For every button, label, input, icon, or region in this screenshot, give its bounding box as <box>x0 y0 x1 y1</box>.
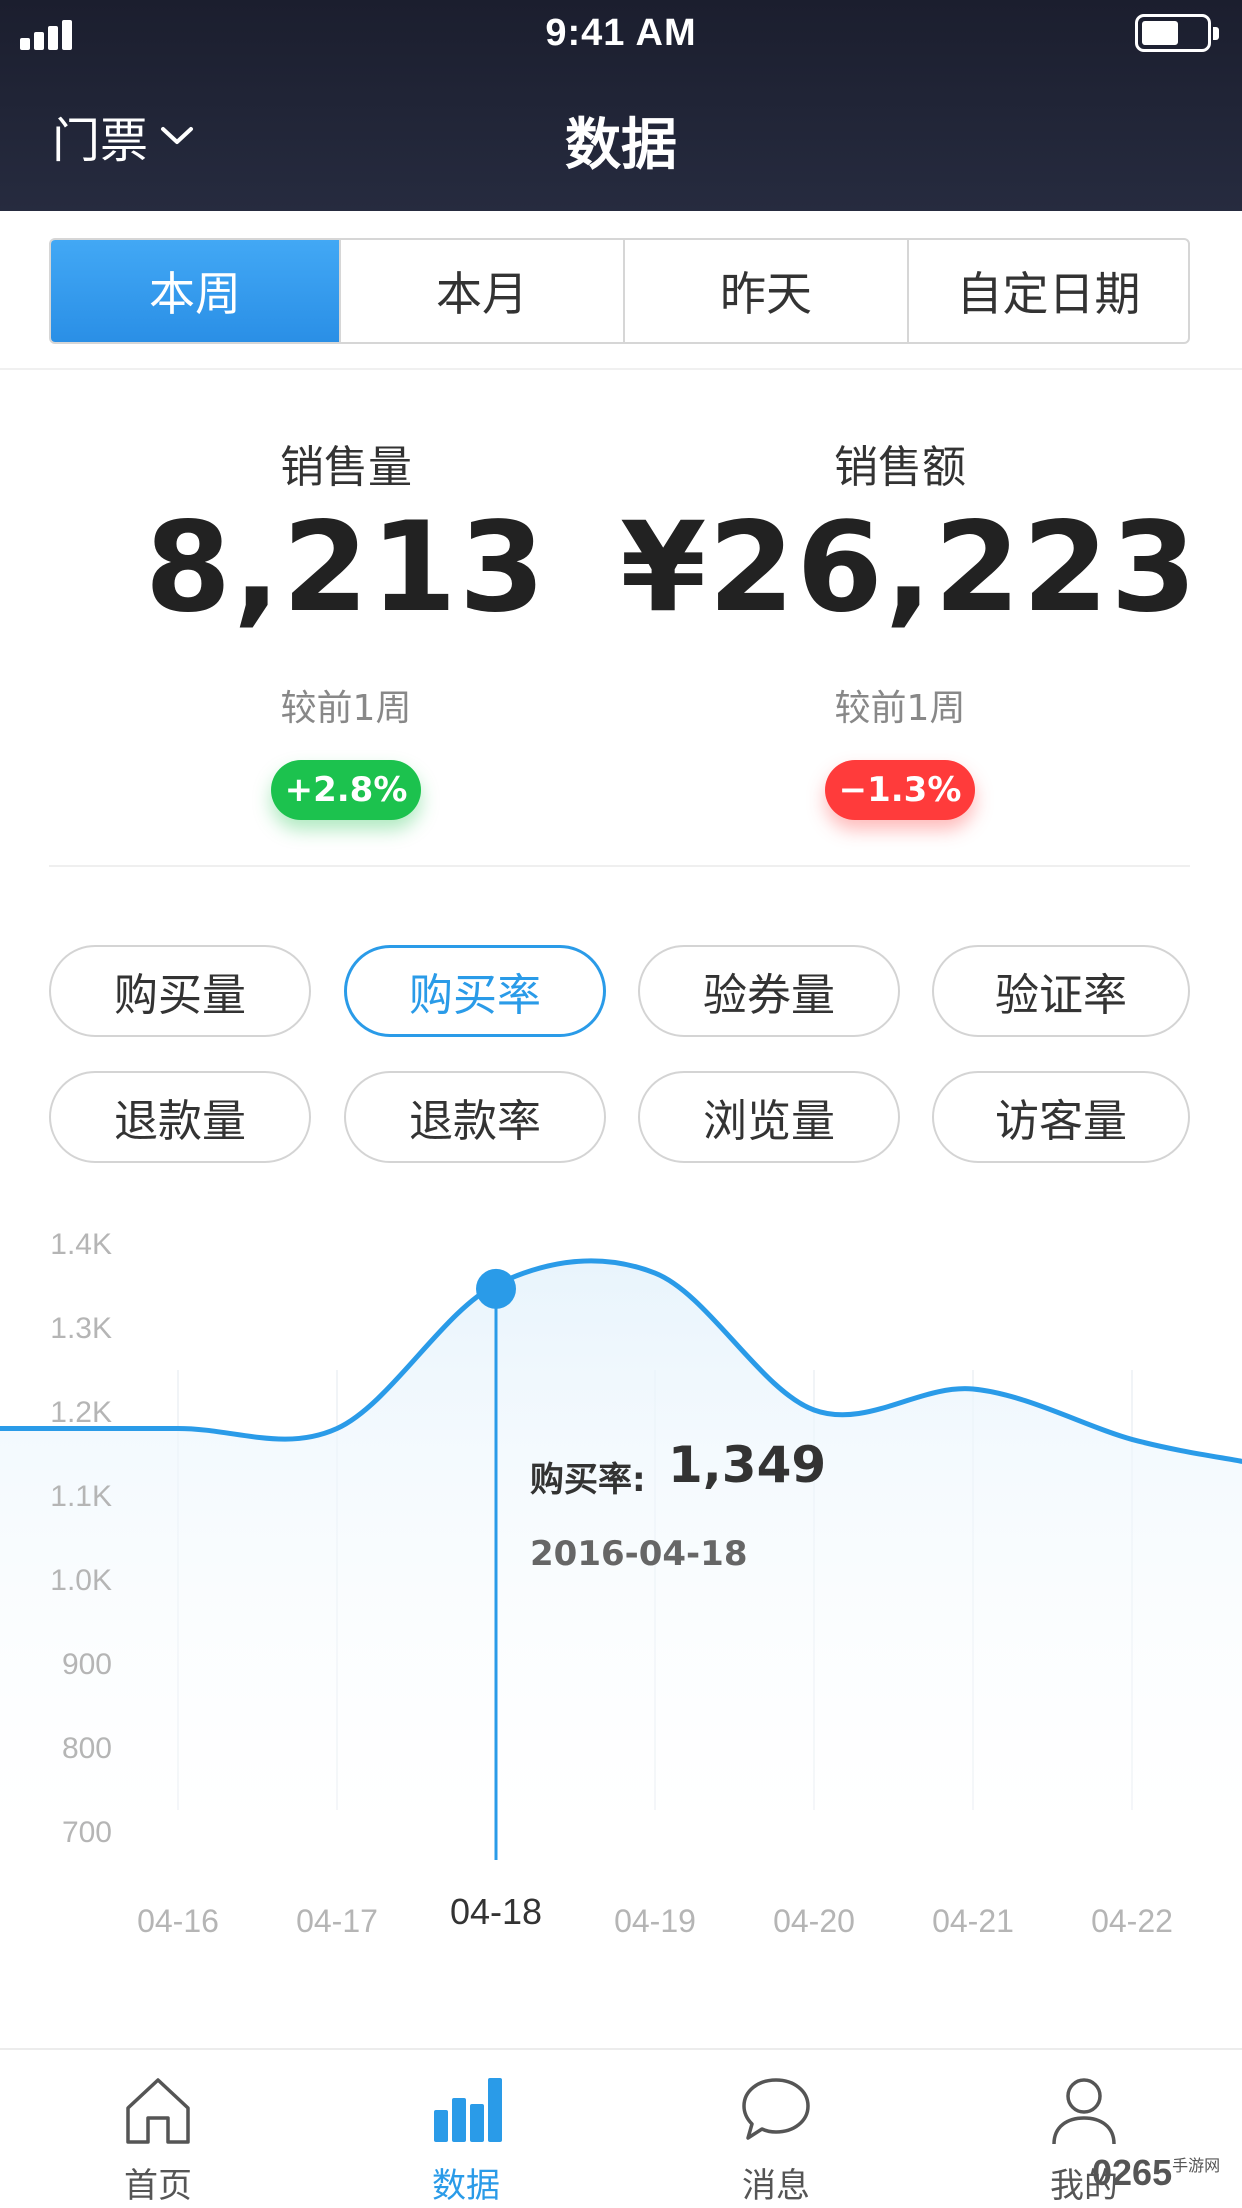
x-tick-label: 04-22 <box>1091 1903 1173 1939</box>
battery-icon <box>1135 14 1219 52</box>
chip-page-views[interactable]: 浏览量 <box>638 1071 900 1163</box>
status-bar: 9:41 AM <box>0 0 1242 66</box>
sales-volume-label: 销售量 <box>280 442 412 493</box>
bottom-tab-bar: 首页 数据 消息 我的 <box>0 2048 1242 2208</box>
chip-purchase-count[interactable]: 购买量 <box>49 945 311 1037</box>
sales-volume-card: 销售量 8,213 较前1周 +2.8% <box>66 438 626 820</box>
x-tick-label: 04-16 <box>137 1903 219 1939</box>
y-tick-label: 900 <box>62 1648 112 1681</box>
x-tick-label: 04-17 <box>296 1903 378 1939</box>
sales-volume-compare: 较前1周 <box>280 688 412 729</box>
tab-data-label: 数据 <box>432 2166 500 2206</box>
status-time: 9:41 AM <box>545 12 697 54</box>
chip-voucher-count[interactable]: 验券量 <box>638 945 900 1037</box>
y-tick-label: 700 <box>62 1816 112 1849</box>
chart-tooltip-value: 1,349 <box>668 1436 827 1494</box>
sales-amount-value: ¥26,223 <box>620 496 1199 640</box>
purchase-rate-chart: 1.4K 1.3K 1.2K 1.1K 1.0K 900 800 700 04-16 04-17… <box>0 1220 1242 1960</box>
chip-purchase-rate[interactable]: 购买率 <box>344 945 606 1037</box>
tab-this-week[interactable]: 本周 <box>51 240 341 342</box>
user-icon <box>1052 2078 1116 2145</box>
chip-refund-rate[interactable]: 退款率 <box>344 1071 606 1163</box>
sales-amount-compare: 较前1周 <box>834 688 966 729</box>
x-tick-label: 04-21 <box>932 1903 1014 1939</box>
chart-tooltip-label: 购买率: <box>530 1460 646 1500</box>
y-tick-label: 800 <box>62 1732 112 1765</box>
tab-messages[interactable]: 消息 <box>676 2050 876 2208</box>
tab-home[interactable]: 首页 <box>58 2050 258 2208</box>
watermark-sub: 手游网 <box>1172 2158 1221 2175</box>
bar-chart-icon <box>434 2078 502 2142</box>
y-tick-label: 1.2K <box>50 1396 112 1429</box>
chart-svg: 1.4K 1.3K 1.2K 1.1K 1.0K 900 800 700 04-16 04-17… <box>0 1228 1242 1939</box>
sales-volume-value: 8,213 <box>144 496 548 640</box>
tab-home-label: 首页 <box>124 2166 192 2206</box>
y-tick-label: 1.3K <box>50 1312 112 1345</box>
y-tick-label: 1.4K <box>50 1228 112 1261</box>
x-tick-label: 04-18 <box>450 1891 542 1932</box>
sales-volume-change-badge: +2.8% <box>271 760 421 820</box>
tab-data[interactable]: 数据 <box>366 2050 566 2208</box>
tab-yesterday[interactable]: 昨天 <box>625 240 909 342</box>
watermark-logo: 0265手游网 <box>1092 2152 1220 2194</box>
tab-custom-date[interactable]: 自定日期 <box>909 240 1188 342</box>
sales-amount-card: 销售额 ¥26,223 较前1周 −1.3% <box>620 438 1199 820</box>
section-divider <box>49 865 1190 867</box>
chart-tooltip-date: 2016-04-18 <box>530 1534 748 1574</box>
chart-highlight-point[interactable] <box>476 1268 516 1309</box>
y-tick-label: 1.1K <box>50 1480 112 1513</box>
y-tick-label: 1.0K <box>50 1564 112 1597</box>
section-divider <box>0 368 1242 370</box>
sales-amount-change-badge: −1.3% <box>825 760 975 820</box>
home-icon <box>126 2078 190 2144</box>
tab-messages-label: 消息 <box>742 2166 810 2206</box>
x-tick-label: 04-20 <box>773 1903 855 1939</box>
chip-visitors[interactable]: 访客量 <box>932 1071 1190 1163</box>
tab-this-month[interactable]: 本月 <box>341 240 625 342</box>
sales-amount-label: 销售额 <box>834 442 966 493</box>
app-header: 9:41 AM 门票 数据 <box>0 0 1242 211</box>
watermark-text: 0265 <box>1092 2152 1173 2193</box>
message-icon <box>742 2078 810 2140</box>
x-tick-label: 04-19 <box>614 1903 696 1939</box>
chip-refund-count[interactable]: 退款量 <box>49 1071 311 1163</box>
chip-verify-rate[interactable]: 验证率 <box>932 945 1190 1037</box>
page-title: 数据 <box>565 113 677 178</box>
period-segmented-control: 本周 本月 昨天 自定日期 <box>49 238 1190 344</box>
data-screen: 9:41 AM 门票 数据 本周 本月 昨天 自定日期 销售量 8,213 较前… <box>0 0 1242 2208</box>
